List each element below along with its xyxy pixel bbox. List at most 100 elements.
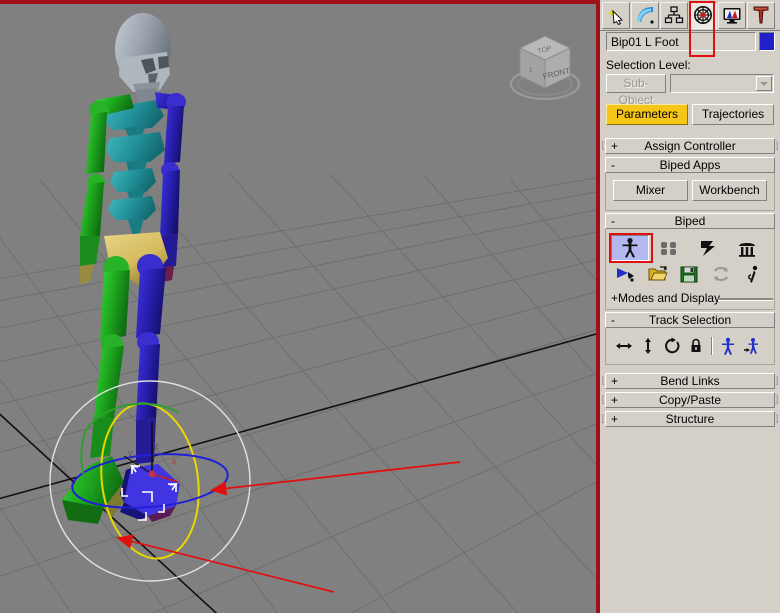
subrollout-rule: [718, 298, 773, 301]
load-motion-button[interactable]: [611, 261, 642, 287]
hierarchy-tree-icon: [664, 6, 684, 24]
opposite-tracks-icon: [744, 338, 758, 354]
mixer-button[interactable]: Mixer: [613, 180, 688, 201]
rollout-header-bend-links[interactable]: + Bend Links [ ]: [602, 373, 778, 389]
biped-mode-row-2: [611, 261, 769, 287]
annotation-arrow-1: [210, 461, 461, 496]
rollout-body-track-selection: [605, 328, 775, 365]
perspective-viewport[interactable]: z y x TOP FRONT L: [0, 0, 600, 613]
body-vertical-icon: [645, 338, 651, 354]
display-monitor-icon: [723, 8, 741, 24]
parameters-button[interactable]: Parameters: [606, 104, 688, 125]
rollout-grip-right: ]: [775, 394, 779, 404]
open-file-icon: [648, 266, 668, 281]
command-panel-tabs: [600, 0, 780, 31]
view-cube[interactable]: TOP FRONT L: [500, 22, 590, 112]
footstep-mode-button[interactable]: [650, 235, 688, 261]
move-all-mode-button[interactable]: [737, 261, 768, 287]
rollout-title-biped: Biped: [674, 214, 706, 228]
symmetrical-tracks-icon: [722, 337, 734, 355]
motion-wheel-icon: [694, 6, 712, 24]
rollout-structure[interactable]: + Structure [ ]: [602, 411, 778, 427]
rollout-bend-links[interactable]: + Bend Links [ ]: [602, 373, 778, 389]
mixer-mode-button[interactable]: [728, 235, 766, 261]
rollout-grip-right: ]: [775, 413, 779, 423]
expand-plus-icon: +: [611, 412, 619, 426]
expand-plus-icon: +: [611, 393, 619, 407]
rollout-grip-right: ]: [775, 375, 779, 385]
rollout-biped-apps: - Biped Apps Mixer Workbench: [600, 157, 780, 211]
rollout-title-biped-apps: Biped Apps: [659, 158, 721, 172]
save-file-icon: [680, 266, 698, 283]
save-file-button[interactable]: [674, 261, 705, 287]
collapse-minus-icon: -: [611, 313, 615, 327]
rollout-grip-left: [: [601, 413, 605, 423]
rollout-biped: - Biped +Modes and Display: [600, 213, 780, 310]
sub-object-button[interactable]: Sub-Object: [606, 74, 666, 107]
opposite-tracks-button[interactable]: [741, 335, 763, 357]
rollout-title-assign-controller: Assign Controller: [644, 139, 736, 153]
footstep-mode-icon: [661, 242, 676, 255]
tab-create[interactable]: [602, 1, 630, 29]
tab-display[interactable]: [718, 1, 746, 29]
toolbar-separator: [711, 337, 713, 355]
rollout-track-selection: - Track Selection: [600, 312, 780, 365]
object-color-swatch[interactable]: [759, 32, 775, 51]
mode-button-row: Parameters Trajectories: [606, 104, 774, 126]
rollout-assign-controller[interactable]: + Assign Controller [ ]: [602, 138, 778, 154]
chevron-down-icon[interactable]: [756, 76, 772, 91]
symmetrical-tracks-button[interactable]: [717, 335, 739, 357]
figure-mode-button[interactable]: [611, 235, 649, 261]
load-motion-icon: [617, 268, 635, 282]
rollout-header-copy-paste[interactable]: + Copy/Paste [ ]: [602, 392, 778, 408]
rollout-header-assign-controller[interactable]: + Assign Controller [ ]: [602, 138, 778, 154]
create-arrow-icon: [608, 9, 624, 25]
rollout-title-structure: Structure: [665, 412, 715, 426]
rollout-header-structure[interactable]: + Structure [ ]: [602, 411, 778, 427]
sub-object-dropdown[interactable]: [670, 74, 774, 93]
modify-curve-icon: [637, 7, 654, 24]
body-vertical-button[interactable]: [637, 335, 659, 357]
workbench-button[interactable]: Workbench: [692, 180, 767, 201]
rollout-header-biped[interactable]: - Biped: [605, 213, 775, 229]
trajectories-button[interactable]: Trajectories: [692, 104, 774, 125]
rollout-copy-paste[interactable]: + Copy/Paste [ ]: [602, 392, 778, 408]
rollout-grip-left: [: [601, 140, 605, 150]
mixer-mode-icon: [739, 243, 755, 257]
lock-icon: [691, 338, 701, 352]
motion-flow-mode-button[interactable]: [689, 235, 727, 261]
figure-mode-icon: [622, 238, 638, 258]
convert-button[interactable]: [705, 261, 737, 287]
rollout-body-biped: +Modes and Display: [605, 229, 775, 310]
rollout-grip-left: [: [601, 394, 605, 404]
command-panel: Bip01 L Foot Selection Level: Sub-Object…: [600, 0, 780, 613]
biped-mode-row-1: [611, 235, 769, 261]
annotation-arrow-2: [116, 534, 335, 593]
body-rotation-button[interactable]: [661, 335, 683, 357]
tab-motion[interactable]: [689, 1, 717, 29]
tab-hierarchy[interactable]: [660, 1, 688, 29]
body-horizontal-button[interactable]: [613, 335, 635, 357]
modes-and-display-label: +Modes and Display: [611, 291, 721, 305]
rollout-header-track-selection[interactable]: - Track Selection: [605, 312, 775, 328]
object-name-input[interactable]: Bip01 L Foot: [606, 32, 756, 51]
viewport-canvas[interactable]: z y x TOP FRONT L: [0, 4, 596, 613]
application-window: z y x TOP FRONT L Bip01 L Foot Selection…: [0, 0, 780, 613]
open-file-button[interactable]: [642, 261, 674, 287]
rollout-grip-left: [: [601, 375, 605, 385]
tab-modify[interactable]: [631, 1, 659, 29]
rollout-body-biped-apps: Mixer Workbench: [605, 173, 775, 211]
expand-plus-icon: +: [611, 374, 619, 388]
collapse-minus-icon: -: [611, 158, 615, 172]
sub-object-row: Sub-Object: [606, 74, 774, 107]
tab-utilities[interactable]: [747, 1, 775, 29]
rollout-grip-right: ]: [775, 140, 779, 150]
utilities-hammer-icon: [753, 6, 769, 24]
lock-com-keying-button[interactable]: [685, 335, 707, 357]
rollout-header-biped-apps[interactable]: - Biped Apps: [605, 157, 775, 173]
move-all-mode-icon: [747, 265, 757, 283]
expand-plus-icon: +: [611, 139, 619, 153]
modes-and-display-subrollout[interactable]: +Modes and Display: [611, 291, 773, 305]
rollout-title-bend-links: Bend Links: [660, 374, 720, 388]
rollout-title-track-selection: Track Selection: [648, 313, 732, 327]
